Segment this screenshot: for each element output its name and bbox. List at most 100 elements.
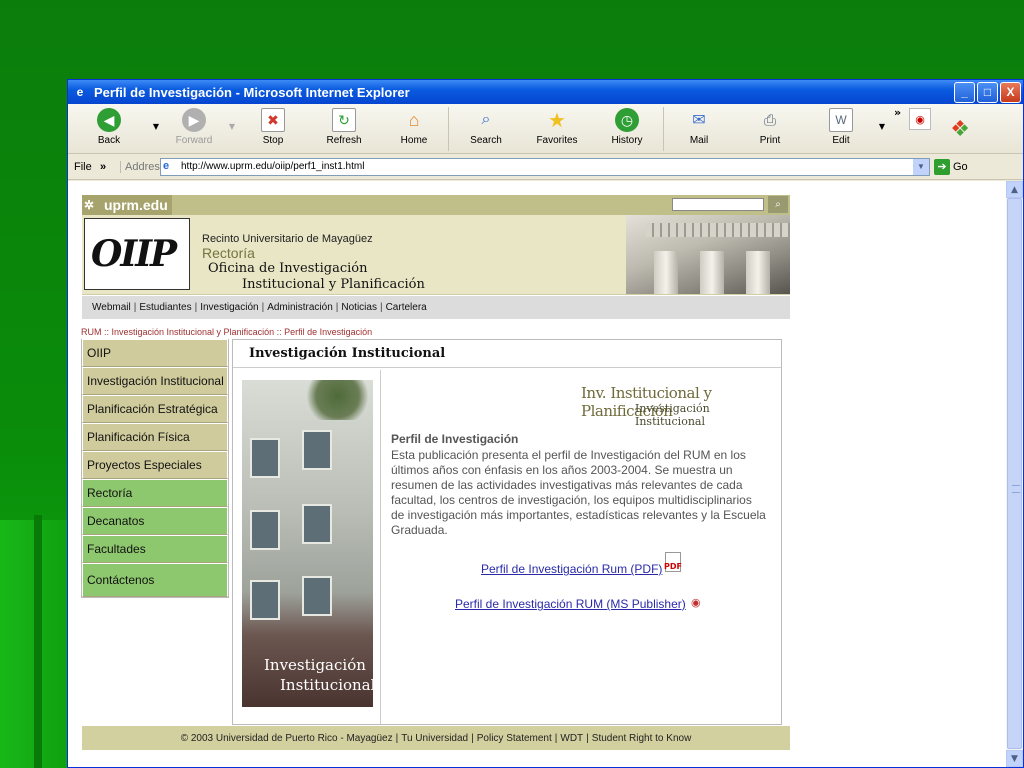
publisher-icon[interactable]: ◉: [691, 596, 701, 609]
site-header: OIIP Recinto Universitario de Mayagüez R…: [82, 215, 790, 295]
uprm-logo[interactable]: ✲ uprm.edu: [82, 195, 172, 215]
forward-dropdown-icon[interactable]: ▼: [226, 122, 238, 131]
search-label: Search: [470, 135, 502, 146]
edit-label: Edit: [832, 135, 850, 146]
home-button[interactable]: ⌂ Home: [380, 104, 448, 152]
address-input[interactable]: e http://www.uprm.edu/oiip/perf1_inst1.h…: [160, 157, 930, 176]
address-url: http://www.uprm.edu/oiip/perf1_inst1.htm…: [181, 161, 365, 172]
minimize-button[interactable]: _: [954, 81, 975, 103]
nav-cartelera[interactable]: Cartelera: [386, 302, 427, 313]
section-body: Esta publicación presenta el perfil de I…: [391, 448, 766, 537]
photo-caption-line1: Investigación: [264, 656, 366, 674]
nav-noticias[interactable]: Noticias: [341, 302, 377, 313]
footer-policy[interactable]: Policy Statement: [477, 733, 552, 744]
title-bar: e Perfil de Investigación - Microsoft In…: [68, 80, 1023, 104]
uprm-logo-text: uprm.edu: [104, 197, 168, 213]
pdf-icon[interactable]: PDF: [664, 552, 682, 572]
mail-button[interactable]: ✉ Mail: [664, 104, 734, 152]
edit-dropdown-icon[interactable]: ▼: [876, 122, 888, 131]
header-recinto: Recinto Universitario de Mayagüez: [202, 233, 373, 245]
back-label: Back: [97, 135, 121, 146]
building-photo: Investigación Institucional: [242, 380, 373, 707]
address-bar: File » Address e http://www.uprm.edu/oii…: [68, 154, 1023, 180]
header-building-image: [626, 215, 790, 294]
back-dropdown-icon[interactable]: ▼: [150, 122, 162, 131]
scroll-down-icon[interactable]: ▼: [1006, 750, 1023, 767]
forward-button[interactable]: ▶ Forward: [162, 104, 226, 152]
stop-button[interactable]: ✖ Stop: [238, 104, 308, 152]
search-icon: ⌕: [481, 111, 491, 128]
back-button[interactable]: ◀ Back: [68, 104, 150, 152]
footer-copyright: © 2003 Universidad de Puerto Rico - Maya…: [180, 732, 393, 744]
window-title: Perfil de Investigación - Microsoft Inte…: [94, 84, 410, 100]
pdf-link[interactable]: Perfil de Investigación Rum (PDF): [481, 562, 662, 576]
sidebar-item-facultades[interactable]: Facultades: [82, 535, 228, 563]
sidebar-item-rectoria[interactable]: Rectoría: [82, 479, 228, 507]
nav-administracion[interactable]: Administración: [267, 302, 333, 313]
browser-window: e Perfil de Investigación - Microsoft In…: [67, 79, 1024, 768]
scroll-up-icon[interactable]: ▲: [1006, 181, 1023, 198]
search-button[interactable]: ⌕ Search: [449, 104, 523, 152]
history-label: History: [611, 135, 643, 146]
sidebar-item-oiip[interactable]: OIIP: [82, 339, 228, 367]
printer-icon: ⎙: [763, 111, 776, 129]
breadcrumb[interactable]: RUM :: Investigación Institucional y Pla…: [81, 327, 372, 337]
nav-webmail[interactable]: Webmail: [92, 302, 131, 313]
stop-icon: ✖: [261, 108, 285, 132]
page-viewport: ✲ uprm.edu ⌕ OIIP Recinto Universitario …: [68, 181, 1007, 767]
forward-arrow-icon: ▶: [182, 108, 206, 132]
header-rectoria: Rectoría: [202, 245, 255, 261]
sidebar-item-decanatos[interactable]: Decanatos: [82, 507, 228, 535]
footer-wdt[interactable]: WDT: [560, 733, 583, 744]
stop-label: Stop: [262, 135, 284, 146]
scroll-thumb[interactable]: [1007, 198, 1022, 749]
go-button[interactable]: ➔ Go: [934, 158, 968, 175]
address-dropdown-icon[interactable]: ▼: [913, 158, 929, 175]
header-oficina-line1: Oficina de Investigación: [208, 261, 368, 276]
history-button[interactable]: ◷ History: [591, 104, 663, 152]
edit-button[interactable]: W Edit: [806, 104, 876, 152]
sidebar-item-proyectos-especiales[interactable]: Proyectos Especiales: [82, 451, 228, 479]
sidebar-item-investigacion-institucional[interactable]: Investigación Institucional: [82, 367, 228, 395]
left-sidebar: OIIP Investigación Institucional Planifi…: [81, 339, 229, 598]
back-arrow-icon: ◀: [97, 108, 121, 132]
close-button[interactable]: X: [1000, 81, 1021, 103]
web-page: ✲ uprm.edu ⌕ OIIP Recinto Universitario …: [82, 195, 790, 319]
uprm-logo-icon: ✲: [84, 198, 95, 212]
favorites-label: Favorites: [536, 135, 578, 146]
site-footer: © 2003 Universidad de Puerto Rico - Maya…: [82, 726, 790, 750]
site-topstrip: ✲ uprm.edu ⌕: [82, 195, 790, 215]
research-icon[interactable]: ◉: [909, 108, 932, 130]
sidebar-item-planificacion-fisica[interactable]: Planificación Física: [82, 423, 228, 451]
photo-caption-line2: Institucional: [280, 676, 373, 694]
header-oficina-line2: Institucional y Planificación: [242, 277, 425, 292]
content-divider: [380, 370, 381, 724]
print-label: Print: [759, 135, 781, 146]
oiip-logo-text: OIIP: [91, 233, 177, 275]
mail-label: Mail: [689, 135, 709, 146]
file-menu[interactable]: File: [68, 161, 100, 173]
sidebar-item-planificacion-estrategica[interactable]: Planificación Estratégica: [82, 395, 228, 423]
footer-student-right[interactable]: Student Right to Know: [592, 733, 692, 744]
footer-tu-universidad[interactable]: Tu Universidad: [401, 733, 468, 744]
print-button[interactable]: ⎙ Print: [734, 104, 806, 152]
page-title: Investigación Institucional: [233, 340, 781, 368]
nav-investigacion[interactable]: Investigación: [200, 302, 258, 313]
site-search-icon[interactable]: ⌕: [768, 196, 788, 213]
publisher-link[interactable]: Perfil de Investigación RUM (MS Publishe…: [455, 597, 686, 611]
home-icon: ⌂: [408, 109, 420, 130]
sidebar-item-contactenos[interactable]: Contáctenos: [82, 563, 228, 597]
mail-icon: ✉: [692, 112, 706, 129]
site-nav: Webmail | Estudiantes | Investigación | Adm…: [82, 295, 790, 319]
vertical-scrollbar[interactable]: ▲ ▼: [1006, 181, 1023, 767]
section-heading: Perfil de Investigación: [391, 432, 519, 446]
nav-estudiantes[interactable]: Estudiantes: [139, 302, 191, 313]
toolbar-chevron[interactable]: »: [894, 106, 901, 119]
main-content: Investigación Institucional Investigació…: [232, 339, 782, 725]
maximize-button[interactable]: □: [977, 81, 998, 103]
site-search-input[interactable]: [672, 198, 764, 211]
refresh-button[interactable]: ↻ Refresh: [308, 104, 380, 152]
menu-chevron[interactable]: »: [100, 161, 120, 173]
favorites-button[interactable]: ★ Favorites: [523, 104, 591, 152]
home-label: Home: [400, 135, 428, 146]
